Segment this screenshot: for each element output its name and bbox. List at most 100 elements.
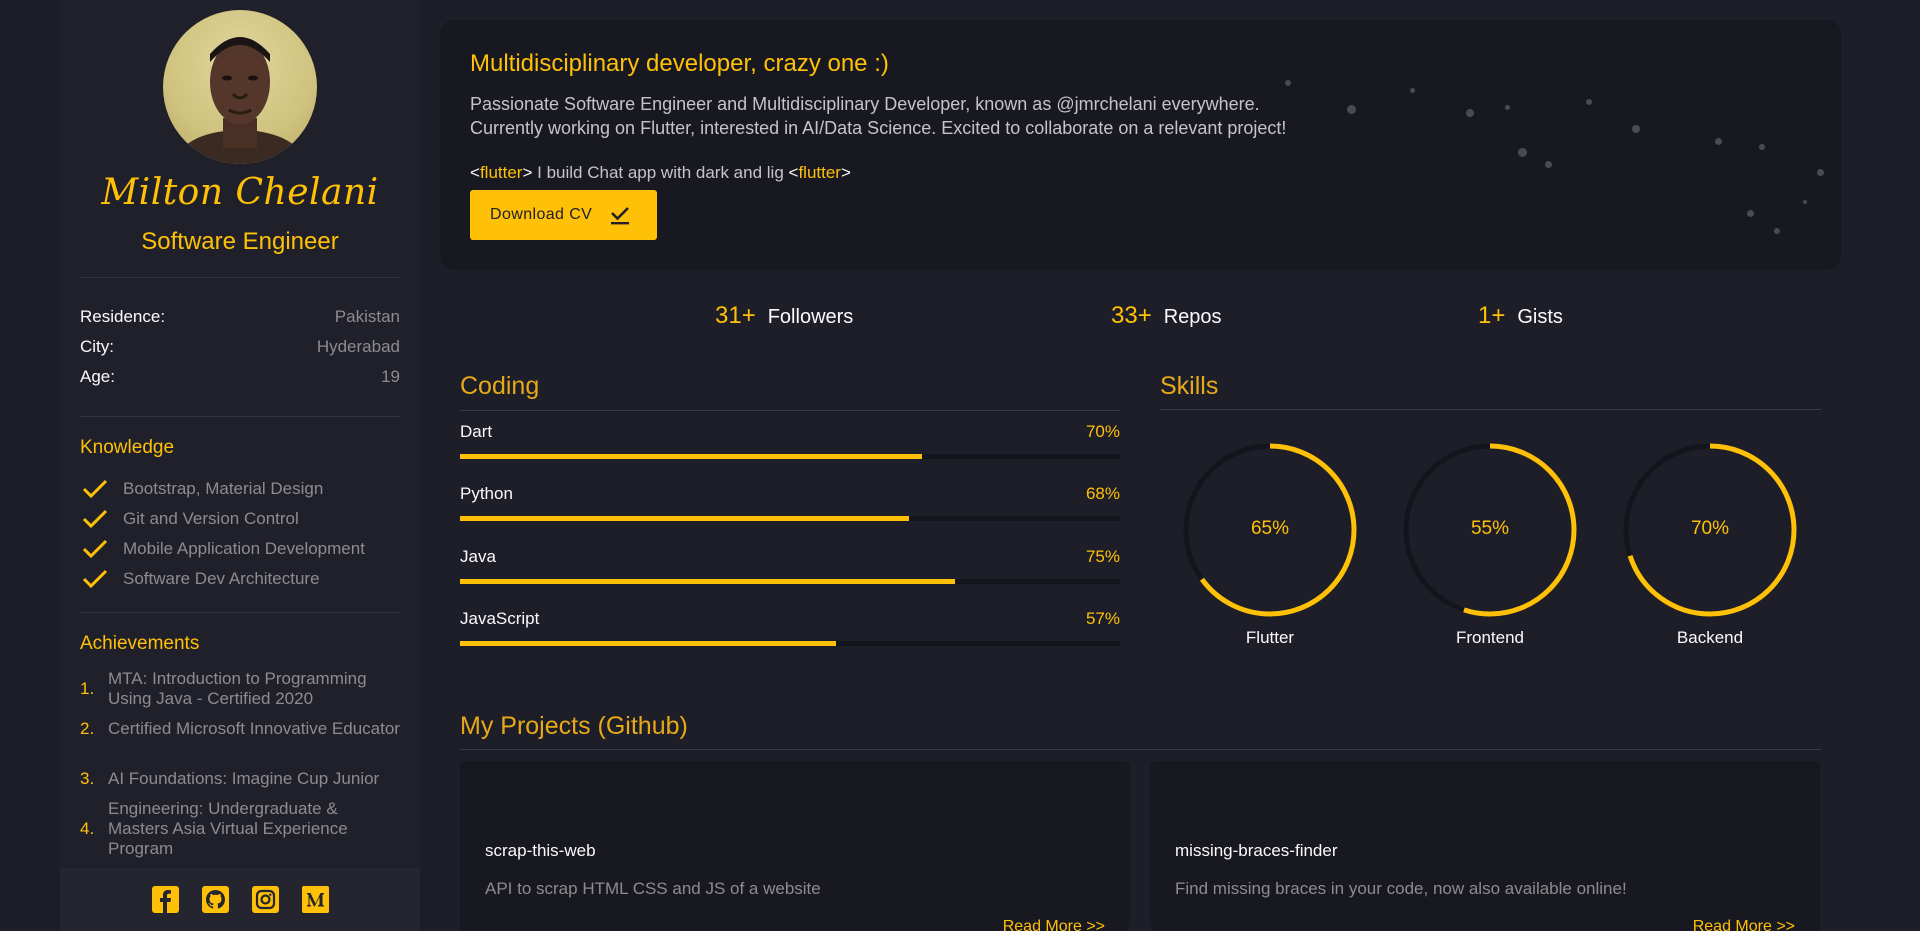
achievement-item: 1. MTA: Introduction to Programming Usin… <box>80 669 400 709</box>
skills-divider <box>1160 409 1821 410</box>
profile-name: Milton Chelani <box>101 172 379 213</box>
knowledge-item: Software Dev Architecture <box>80 567 400 591</box>
coding-percent: 70% <box>1085 422 1120 441</box>
skill-percent: 55% <box>1470 518 1510 539</box>
info-row-age: Age: 19 <box>80 365 400 389</box>
info-row-residence: Residence: Pakistan <box>80 305 400 329</box>
particle <box>1505 105 1510 110</box>
stat-label: Gists <box>1517 306 1563 328</box>
github-icon[interactable] <box>201 886 229 913</box>
projects-divider <box>460 749 1821 750</box>
progress-fill <box>460 516 909 521</box>
coding-label: Python <box>460 484 513 503</box>
particle <box>1715 138 1722 145</box>
stat-repos: 33+ Repos <box>1111 302 1222 330</box>
avatar <box>163 10 317 164</box>
achievement-text: Engineering: Undergraduate & Masters Asi… <box>108 799 348 858</box>
coding-label: Java <box>460 547 496 566</box>
achievement-item: 3. AI Foundations: Imagine Cup Junior <box>80 769 400 789</box>
info-value: Pakistan <box>334 307 400 326</box>
profile-role: Software Engineer <box>141 228 339 255</box>
knowledge-label: Software Dev Architecture <box>123 569 320 588</box>
info-value: 19 <box>381 367 400 386</box>
facebook-icon[interactable] <box>151 886 179 913</box>
achievement-item: 2. Certified Microsoft Innovative Educat… <box>80 719 400 739</box>
divider <box>80 416 400 417</box>
stat-value: 1+ <box>1478 302 1506 329</box>
check-icon <box>82 507 110 531</box>
hero-description: Passionate Software Engineer and Multidi… <box>470 92 1470 140</box>
coding-divider <box>460 410 1120 411</box>
particle <box>1586 99 1592 105</box>
stat-label: Followers <box>767 306 854 328</box>
knowledge-label: Bootstrap, Material Design <box>123 479 324 498</box>
project-description: Find missing braces in your code, now al… <box>1175 879 1627 898</box>
divider <box>80 612 400 613</box>
project-description: API to scrap HTML CSS and JS of a websit… <box>485 879 821 898</box>
skill-label: Backend <box>1676 628 1744 647</box>
progress-fill <box>460 641 837 646</box>
code-bracket: > <box>840 163 851 182</box>
skill-label: Flutter <box>1245 628 1295 647</box>
stat-value: 31+ <box>715 302 756 329</box>
progress-track <box>460 641 1120 646</box>
knowledge-title: Knowledge <box>80 437 175 458</box>
project-name: missing-braces-finder <box>1175 841 1338 860</box>
read-more-link[interactable]: Read More >> <box>1693 918 1795 931</box>
knowledge-item: Mobile Application Development <box>80 537 400 561</box>
hero-title: Multidisciplinary developer, crazy one :… <box>470 50 889 77</box>
particle <box>1518 148 1527 157</box>
progress-track <box>460 454 1120 459</box>
coding-bar-row: Dart 70% <box>460 422 1120 468</box>
download-cv-label: Download CV <box>490 206 593 223</box>
project-name: scrap-this-web <box>485 841 596 860</box>
achievement-item: 4. Engineering: Undergraduate & Masters … <box>80 799 400 859</box>
particle <box>1803 200 1807 204</box>
info-row-city: City: Hyderabad <box>80 335 400 359</box>
divider <box>80 277 400 278</box>
project-card[interactable]: scrap-this-web API to scrap HTML CSS and… <box>460 761 1130 931</box>
download-check-icon <box>610 204 630 226</box>
avatar-portrait <box>178 37 302 164</box>
achievement-number: 4. <box>80 819 95 838</box>
info-label: Age: <box>80 367 115 386</box>
read-more-link[interactable]: Read More >> <box>1003 918 1105 931</box>
coding-bar-row: Java 75% <box>460 547 1120 593</box>
code-bracket: > <box>522 163 533 182</box>
medium-icon[interactable] <box>301 886 329 913</box>
instagram-icon[interactable] <box>251 886 279 913</box>
hero-description-line: Passionate Software Engineer and Multidi… <box>470 94 1260 114</box>
download-cv-button[interactable]: Download CV <box>470 190 657 240</box>
hero-banner: Multidisciplinary developer, crazy one :… <box>440 20 1841 270</box>
skill-ring: 70% Backend <box>1620 440 1800 647</box>
check-icon <box>82 537 110 561</box>
project-card[interactable]: missing-braces-finder Find missing brace… <box>1150 761 1820 931</box>
stat-gists: 1+ Gists <box>1478 302 1563 330</box>
particle <box>1545 161 1552 168</box>
coding-label: JavaScript <box>460 609 540 628</box>
skill-ring: 55% Frontend <box>1400 440 1580 647</box>
achievement-number: 3. <box>80 769 95 788</box>
sidebar: Milton Chelani Software Engineer Residen… <box>60 0 420 931</box>
coding-title: Coding <box>460 372 540 400</box>
check-icon <box>82 477 110 501</box>
code-bracket: < <box>788 163 799 182</box>
progress-track <box>460 579 1120 584</box>
achievement-number: 2. <box>80 719 95 738</box>
skills-title: Skills <box>1160 372 1219 400</box>
skill-percent: 70% <box>1690 518 1730 539</box>
achievements-title: Achievements <box>80 633 200 654</box>
code-tag-name: flutter <box>479 163 523 182</box>
info-label: Residence: <box>80 307 166 326</box>
stat-value: 33+ <box>1111 302 1152 329</box>
left-gutter <box>0 0 60 931</box>
achievement-text: Certified Microsoft Innovative Educator <box>108 719 400 738</box>
info-value: Hyderabad <box>316 337 400 356</box>
main-content: Multidisciplinary developer, crazy one :… <box>440 0 1841 931</box>
knowledge-item: Git and Version Control <box>80 507 400 531</box>
particle <box>1774 228 1780 234</box>
stat-label: Repos <box>1163 306 1222 328</box>
knowledge-item: Bootstrap, Material Design <box>80 477 400 501</box>
particle <box>1285 80 1291 86</box>
projects-title: My Projects (Github) <box>460 712 688 740</box>
